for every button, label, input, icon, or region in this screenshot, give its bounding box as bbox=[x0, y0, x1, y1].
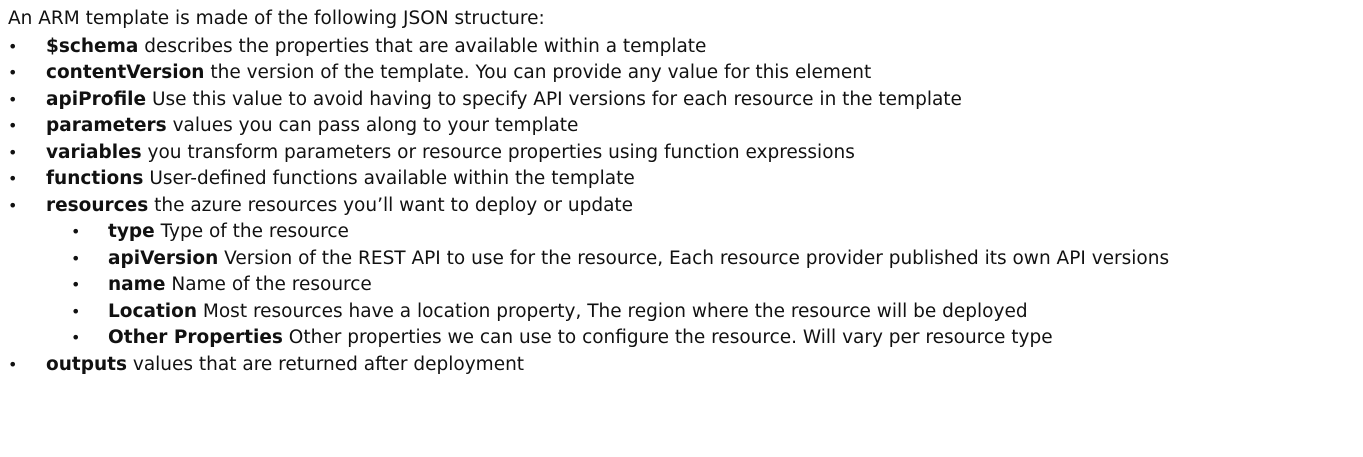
document: An ARM template is made of the following… bbox=[0, 0, 1363, 457]
structure-list: • $schema describes the properties that a… bbox=[8, 34, 1363, 220]
item-description: values that are returned after deploymen… bbox=[127, 353, 525, 375]
list-item-functions: • functions User-defined functions availa… bbox=[8, 166, 1363, 193]
list-item-variables: • variables you transform parameters or r… bbox=[8, 140, 1363, 167]
item-description: Use this value to avoid having to specif… bbox=[146, 88, 962, 110]
item-description: Type of the resource bbox=[154, 221, 349, 242]
bullet-icon: • bbox=[8, 169, 18, 188]
item-term: $schema bbox=[46, 35, 139, 57]
intro-text: An ARM template is made of the following… bbox=[8, 8, 545, 29]
bullet-icon: • bbox=[71, 328, 81, 347]
item-term: variables bbox=[46, 141, 142, 163]
item-description: Name of the resource bbox=[165, 274, 372, 295]
bullet-icon: • bbox=[8, 195, 18, 215]
item-term: contentVersion bbox=[46, 62, 205, 83]
list-item-contentversion: • contentVersion the version of the templ… bbox=[8, 60, 1363, 87]
resource-properties-list: • type Type of the resource • apiVersion V… bbox=[8, 219, 1363, 352]
sub-item-apiversion: • apiVersion Version of the REST API to u… bbox=[8, 246, 1363, 273]
sub-item-other-properties: • Other Properties Other properties we ca… bbox=[8, 325, 1363, 352]
list-item-schema: • $schema describes the properties that a… bbox=[8, 34, 1363, 61]
bullet-icon: • bbox=[8, 116, 18, 135]
item-description: the azure resources you’ll want to deplo… bbox=[148, 194, 634, 216]
item-term: parameters bbox=[46, 115, 167, 136]
bullet-icon: • bbox=[71, 301, 81, 321]
list-item-resources: • resources the azure resources you’ll wa… bbox=[8, 193, 1363, 220]
bullet-icon: • bbox=[8, 63, 18, 82]
item-term: outputs bbox=[46, 353, 127, 375]
bullet-icon: • bbox=[71, 275, 81, 294]
bullet-icon: • bbox=[8, 142, 18, 162]
item-term: Other Properties bbox=[108, 327, 283, 348]
list-item-apiprofile: • apiProfile Use this value to avoid havi… bbox=[8, 87, 1363, 114]
bullet-icon: • bbox=[71, 248, 81, 268]
structure-list-continued: • outputs values that are returned after … bbox=[8, 352, 1363, 379]
bullet-icon: • bbox=[8, 89, 18, 109]
sub-item-type: • type Type of the resource bbox=[8, 219, 1363, 246]
item-description: Most resources have a location property,… bbox=[197, 300, 1028, 322]
sub-item-location: • Location Most resources have a location… bbox=[8, 299, 1363, 326]
item-description: User-defined functions available within … bbox=[143, 168, 635, 189]
item-term: type bbox=[108, 221, 155, 242]
bullet-icon: • bbox=[8, 354, 18, 374]
list-item-parameters: • parameters values you can pass along to… bbox=[8, 113, 1363, 140]
item-term: apiProfile bbox=[46, 88, 147, 110]
item-term: name bbox=[108, 274, 166, 295]
item-term: functions bbox=[46, 168, 144, 189]
item-description: Other properties we can use to configure… bbox=[282, 327, 1053, 348]
bullet-icon: • bbox=[8, 36, 18, 56]
bullet-icon: • bbox=[71, 222, 81, 241]
item-description: values you can pass along to your templa… bbox=[166, 115, 579, 136]
item-description: describes the properties that are availa… bbox=[138, 35, 707, 57]
item-description: the version of the template. You can pro… bbox=[204, 62, 872, 83]
item-term: Location bbox=[108, 300, 198, 322]
item-description: Version of the REST API to use for the r… bbox=[218, 247, 1170, 269]
sub-item-name: • name Name of the resource bbox=[8, 272, 1363, 299]
item-description: you transform parameters or resource pro… bbox=[141, 141, 855, 163]
item-term: resources bbox=[46, 194, 149, 216]
item-term: apiVersion bbox=[108, 247, 219, 269]
list-item-outputs: • outputs values that are returned after … bbox=[8, 352, 1363, 379]
